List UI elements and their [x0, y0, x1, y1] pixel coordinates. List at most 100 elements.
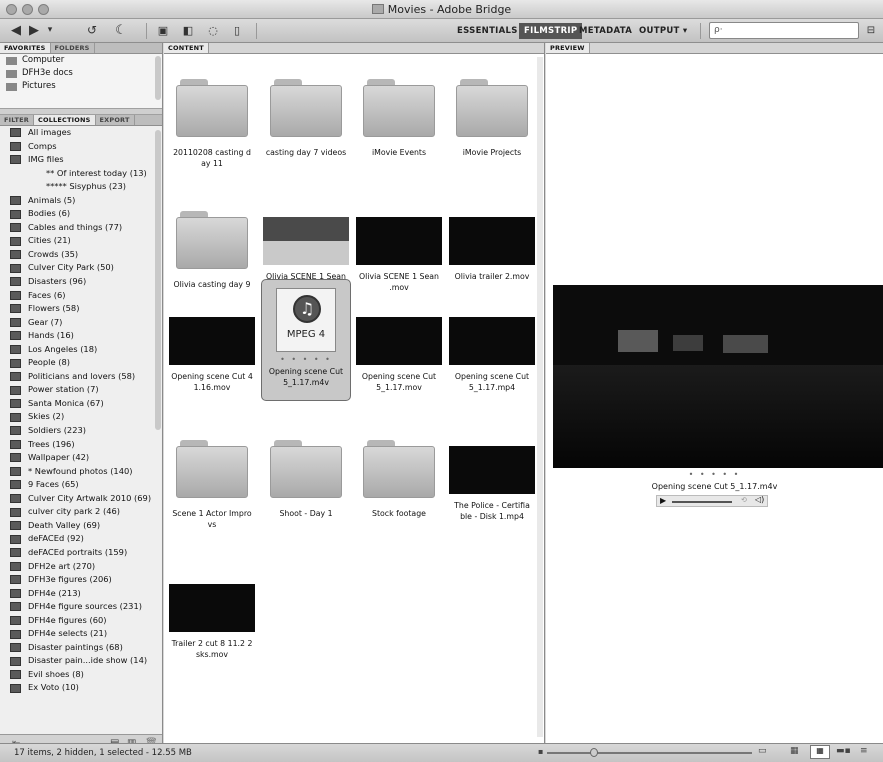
collection-item[interactable]: 9 Faces (65)	[0, 478, 162, 492]
collection-item[interactable]: deFACEd portraits (159)	[0, 546, 162, 560]
collection-item[interactable]: Disaster pain...ide show (14)	[0, 654, 162, 668]
list-view-icon[interactable]: ≡	[860, 746, 868, 756]
camera-raw-icon[interactable]: ◌	[205, 22, 221, 39]
output-icon[interactable]: ▯	[225, 22, 249, 39]
collection-item[interactable]: IMG files	[0, 153, 162, 167]
content-item[interactable]: iMovie Projects	[447, 61, 537, 158]
content-item[interactable]: casting day 7 videos	[261, 61, 351, 158]
content-item[interactable]: Opening scene Cut 5_1.17.mov	[354, 293, 444, 393]
content-scrollbar[interactable]	[537, 57, 543, 737]
collection-item[interactable]: Evil shoes (8)	[0, 668, 162, 682]
collection-item[interactable]: culver city park 2 (46)	[0, 505, 162, 519]
collection-item[interactable]: Bodies (6)	[0, 207, 162, 221]
content-item[interactable]: Olivia SCENE 1 Sean _MP4 3....16x9).mp4	[261, 193, 351, 293]
forward-arrow-icon[interactable]: ▶	[26, 22, 42, 39]
content-item[interactable]: Opening scene Cut 4 1.16.mov	[167, 293, 257, 393]
reveal-recent-icon[interactable]: ↺	[82, 22, 102, 39]
collection-item[interactable]: Gear (7)	[0, 316, 162, 330]
collection-item[interactable]: Power station (7)	[0, 383, 162, 397]
collection-item[interactable]: Politicians and lovers (58)	[0, 370, 162, 384]
collection-item[interactable]: People (8)	[0, 356, 162, 370]
tab-folders[interactable]: FOLDERS	[51, 43, 95, 53]
collection-item[interactable]: Cables and things (77)	[0, 221, 162, 235]
workspace-output[interactable]: OUTPUT ▾	[634, 23, 692, 39]
preview-video[interactable]	[553, 285, 883, 468]
tab-collections[interactable]: COLLECTIONS	[34, 115, 96, 125]
content-item[interactable]: Olivia SCENE 1 Sean .mov	[354, 193, 444, 293]
volume-icon[interactable]: ◁)	[755, 495, 764, 504]
collection-item[interactable]: Crowds (35)	[0, 248, 162, 262]
collection-item[interactable]: Disaster paintings (68)	[0, 641, 162, 655]
boomerang-icon[interactable]: ☾	[114, 22, 128, 39]
grid-view-icon[interactable]: ▦	[790, 746, 799, 756]
loop-icon[interactable]: ⟲	[741, 496, 747, 504]
content-item[interactable]: Opening scene Cut 5_1.17.mp4	[447, 293, 537, 393]
collection-item[interactable]: Hands (16)	[0, 329, 162, 343]
content-item[interactable]: ♫ MPEG 4 • • • • • Opening scene Cut 5_1.17…	[261, 279, 351, 401]
collection-item[interactable]: DFH3e figures (206)	[0, 573, 162, 587]
collection-item[interactable]: Faces (6)	[0, 289, 162, 303]
refine-icon[interactable]: ◧	[178, 22, 198, 39]
back-arrow-icon[interactable]: ◀	[8, 22, 24, 39]
collection-item[interactable]: Skies (2)	[0, 410, 162, 424]
collection-item[interactable]: Santa Monica (67)	[0, 397, 162, 411]
collection-item[interactable]: Ex Voto (10)	[0, 681, 162, 695]
collection-item[interactable]: DFH4e figures (60)	[0, 614, 162, 628]
search-input[interactable]: ρ·	[709, 22, 859, 39]
collection-item[interactable]: Animals (5)	[0, 194, 162, 208]
collection-item[interactable]: * Newfound photos (140)	[0, 465, 162, 479]
favorites-scrollbar[interactable]	[155, 56, 161, 100]
collection-item[interactable]: deFACEd (92)	[0, 532, 162, 546]
rating-dots[interactable]: • • • • •	[262, 356, 350, 364]
content-item[interactable]: Scene 1 Actor Impro vs	[167, 422, 257, 530]
content-item[interactable]: The Police - Certifia ble - Disk 1.mp4	[447, 422, 537, 522]
collection-item[interactable]: DFH2e art (270)	[0, 560, 162, 574]
playback-slider[interactable]	[672, 501, 732, 503]
compact-mode-icon[interactable]: ⊟	[864, 22, 878, 39]
collection-item[interactable]: DFH4e selects (21)	[0, 627, 162, 641]
collection-item[interactable]: Culver City Park (50)	[0, 261, 162, 275]
content-item[interactable]: 20110208 casting d ay 11	[167, 61, 257, 169]
collections-scrollbar[interactable]	[155, 130, 161, 430]
collection-item[interactable]: All images	[0, 126, 162, 140]
favorite-item[interactable]: Pictures	[0, 80, 162, 93]
collection-item[interactable]: Culver City Artwalk 2010 (69)	[0, 492, 162, 506]
content-item[interactable]: Olivia casting day 9	[167, 193, 257, 290]
favorite-item[interactable]: Computer	[0, 54, 162, 67]
collection-item[interactable]: Disasters (96)	[0, 275, 162, 289]
zoom-in-icon[interactable]: ▭	[758, 746, 767, 756]
collection-item[interactable]: Wallpaper (42)	[0, 451, 162, 465]
content-item[interactable]: Stock footage	[354, 422, 444, 519]
content-item[interactable]: iMovie Events	[354, 61, 444, 158]
content-item[interactable]: Shoot - Day 1	[261, 422, 351, 519]
workspace-metadata[interactable]: METADATA	[574, 23, 637, 39]
workspace-essentials[interactable]: ESSENTIALS	[452, 23, 523, 39]
panel-splitter[interactable]	[0, 108, 162, 115]
collection-item[interactable]: Death Valley (69)	[0, 519, 162, 533]
collection-item[interactable]: DFH4e (213)	[0, 587, 162, 601]
collection-item[interactable]: Flowers (58)	[0, 302, 162, 316]
details-view-icon[interactable]: ▬▪	[836, 746, 851, 756]
tab-content[interactable]: CONTENT	[164, 43, 209, 53]
tab-preview[interactable]: PREVIEW	[546, 43, 590, 53]
collection-item[interactable]: Soldiers (223)	[0, 424, 162, 438]
collection-item[interactable]: Los Angeles (18)	[0, 343, 162, 357]
collection-item[interactable]: ** Of interest today (13)	[0, 167, 162, 181]
content-item[interactable]: Trailer 2 cut 8 11.2 2 sks.mov	[167, 560, 257, 660]
get-photos-icon[interactable]: ▣	[155, 22, 171, 39]
content-item[interactable]: Olivia trailer 2.mov	[447, 193, 537, 282]
collection-item[interactable]: DFH4e figure sources (231)	[0, 600, 162, 614]
tab-export[interactable]: EXPORT	[96, 115, 135, 125]
collection-item[interactable]: Comps	[0, 140, 162, 154]
collection-item[interactable]: Trees (196)	[0, 438, 162, 452]
preview-rating-dots[interactable]: • • • • •	[546, 471, 883, 479]
slider-thumb[interactable]	[590, 748, 598, 757]
thumbnail-view-icon[interactable]: ▦	[810, 745, 830, 759]
collection-item[interactable]: ***** Sisyphus (23)	[0, 180, 162, 194]
collection-item[interactable]: Cities (21)	[0, 234, 162, 248]
workspace-filmstrip[interactable]: FILMSTRIP	[519, 23, 583, 39]
thumbnail-size-slider[interactable]	[547, 752, 752, 754]
tab-filter[interactable]: FILTER	[0, 115, 35, 125]
play-icon[interactable]: ▶	[660, 496, 666, 505]
favorite-item[interactable]: DFH3e docs	[0, 67, 162, 80]
